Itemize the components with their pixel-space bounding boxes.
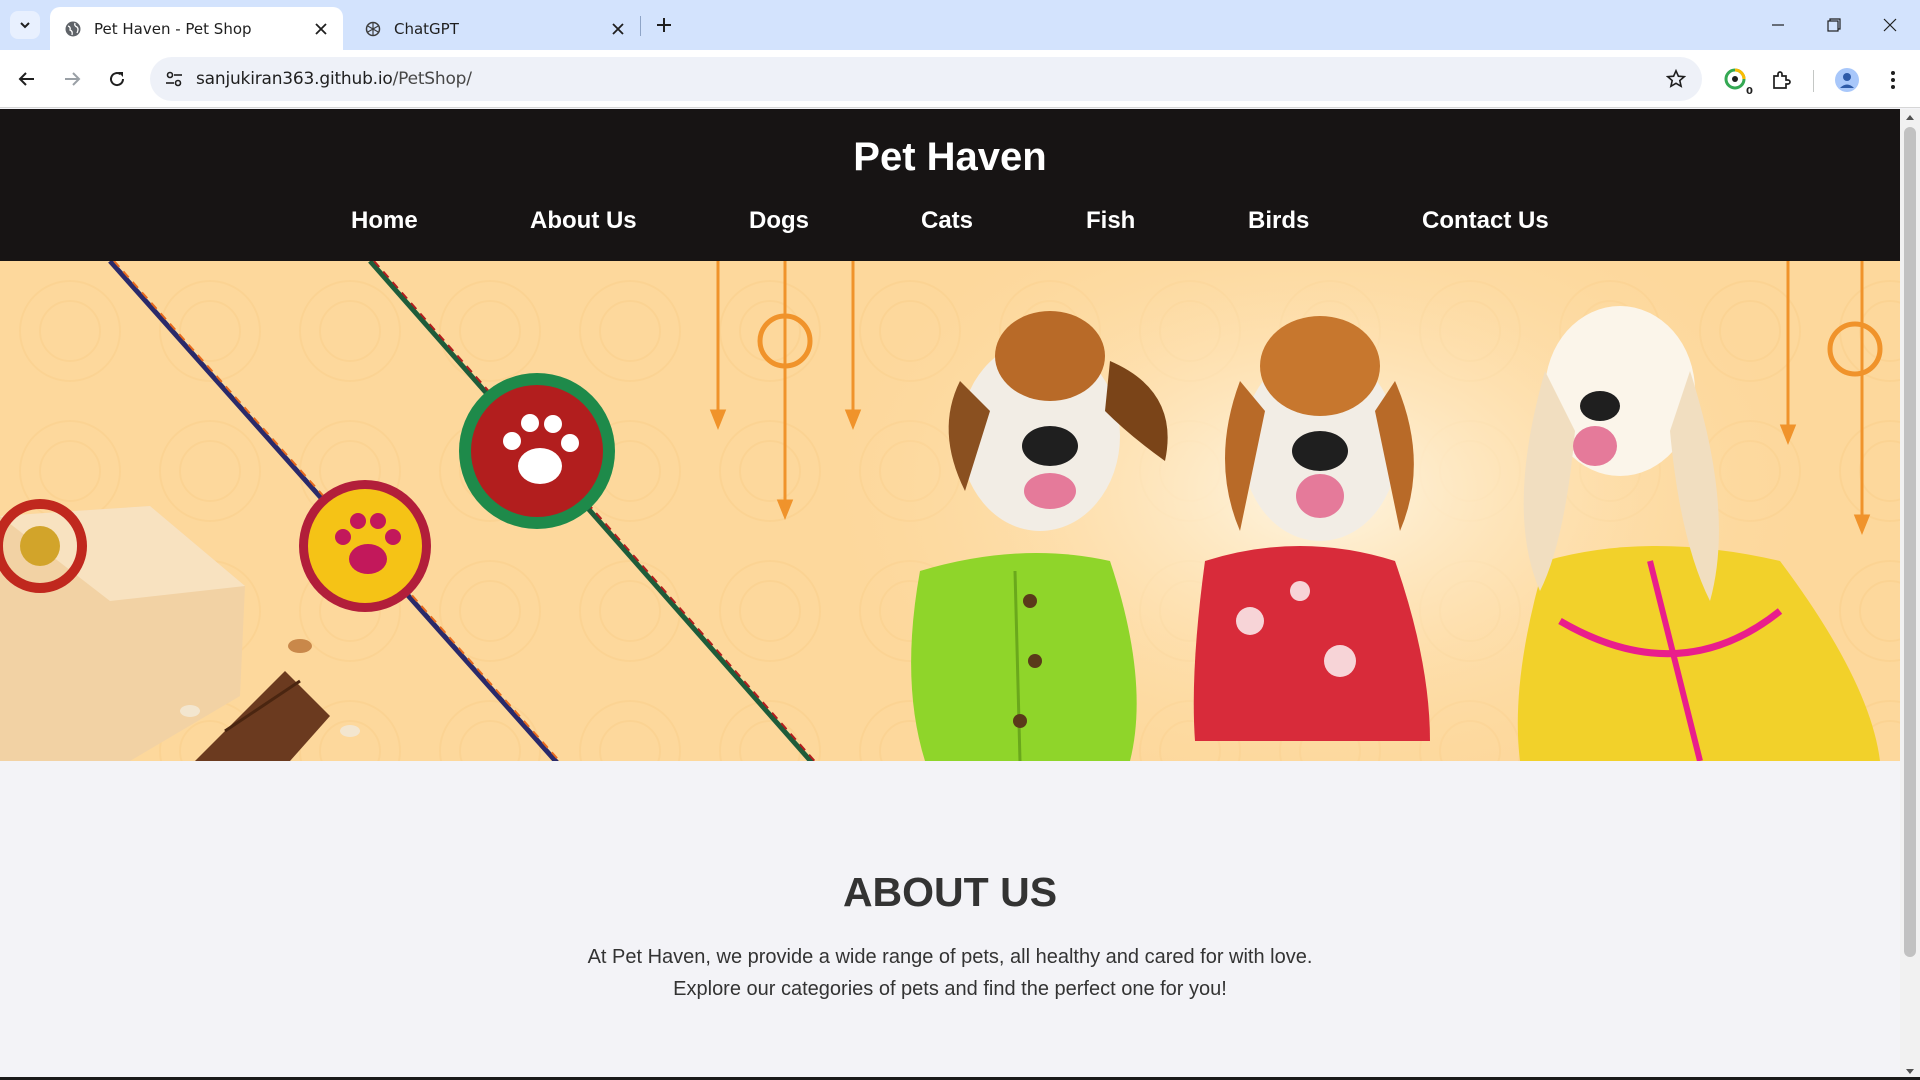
globe-icon	[64, 20, 82, 38]
close-tab-icon[interactable]	[606, 17, 630, 41]
browser-menu-button[interactable]	[1878, 65, 1908, 95]
profile-avatar[interactable]	[1832, 65, 1862, 95]
url-host: sanjukiran363.github.io	[196, 69, 393, 89]
about-line-1: At Pet Haven, we provide a wide range of…	[587, 946, 1313, 968]
minimize-button[interactable]	[1750, 0, 1806, 50]
browser-toolbar: sanjukiran363.github.io/PetShop/ 0	[0, 50, 1920, 108]
nav-about-us[interactable]: About Us	[530, 207, 637, 235]
plus-icon	[657, 18, 671, 32]
extension-button[interactable]: 0	[1721, 65, 1753, 97]
puzzle-icon	[1773, 71, 1791, 89]
bookmark-star-icon[interactable]	[1664, 67, 1688, 91]
profile-icon	[1835, 68, 1859, 92]
site-header: Pet Haven Home About Us Dogs Cats Fish B…	[0, 109, 1900, 261]
minimize-icon	[1772, 24, 1784, 26]
restore-icon	[1827, 18, 1841, 32]
about-line-2: Explore our categories of pets and find …	[673, 978, 1227, 1000]
nav-cats[interactable]: Cats	[921, 207, 973, 235]
nav-birds[interactable]: Birds	[1248, 207, 1309, 235]
close-icon	[1883, 18, 1897, 32]
about-title: ABOUT US	[842, 869, 1058, 915]
toolbar-divider	[1813, 70, 1814, 92]
arrow-left-icon	[18, 72, 34, 86]
tab-divider	[640, 16, 641, 36]
url-path: /PetShop/	[392, 69, 472, 89]
more-vertical-icon	[1891, 71, 1895, 89]
reload-icon	[110, 72, 125, 87]
back-button[interactable]	[9, 61, 45, 97]
address-bar[interactable]: sanjukiran363.github.io/PetShop/	[150, 57, 1702, 101]
url-text: sanjukiran363.github.io/PetShop/	[196, 69, 472, 89]
close-tab-icon[interactable]	[309, 17, 333, 41]
forward-button[interactable]	[54, 61, 90, 97]
page-scrollbar[interactable]	[1900, 109, 1920, 1080]
nav-dogs[interactable]: Dogs	[749, 207, 809, 235]
site-title: Pet Haven	[853, 135, 1047, 179]
hero-banner	[0, 261, 1900, 761]
reload-button[interactable]	[99, 61, 135, 97]
tab-search-button[interactable]	[10, 11, 40, 39]
chatgpt-icon	[364, 20, 382, 38]
extensions-menu-button[interactable]	[1766, 65, 1796, 95]
scrollbar-thumb[interactable]	[1904, 127, 1916, 957]
tab-title: ChatGPT	[394, 19, 459, 38]
nav-home[interactable]: Home	[351, 207, 418, 235]
page-viewport: Pet Haven Home About Us Dogs Cats Fish B…	[0, 109, 1900, 1080]
tab-strip: Pet Haven - Pet Shop ChatGPT	[0, 0, 1920, 50]
close-window-button[interactable]	[1862, 0, 1918, 50]
tab-title: Pet Haven - Pet Shop	[94, 19, 252, 38]
about-text: At Pet Haven, we provide a wide range of…	[0, 941, 1900, 1005]
site-settings-icon[interactable]	[162, 67, 186, 91]
restore-button[interactable]	[1806, 0, 1862, 50]
chevron-down-icon	[20, 22, 30, 29]
scroll-up-arrow-icon[interactable]	[1904, 111, 1916, 123]
nav-fish[interactable]: Fish	[1086, 207, 1135, 235]
hero-banner-image	[0, 261, 1900, 761]
arrow-right-icon	[65, 72, 81, 86]
nav-contact-us[interactable]: Contact Us	[1422, 207, 1549, 235]
new-tab-button[interactable]	[650, 11, 678, 39]
site-nav: Home About Us Dogs Cats Fish Birds Conta…	[0, 207, 1900, 237]
about-section: ABOUT US At Pet Haven, we provide a wide…	[0, 761, 1900, 1080]
tab-chatgpt[interactable]: ChatGPT	[350, 7, 640, 50]
tab-pet-haven[interactable]: Pet Haven - Pet Shop	[50, 7, 343, 50]
extension-badge: 0	[1746, 86, 1753, 97]
